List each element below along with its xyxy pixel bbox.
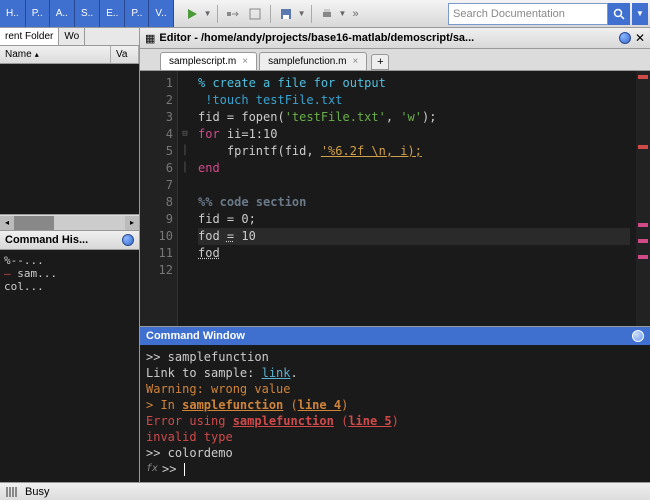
code-line[interactable]: % create a file for output [198, 75, 630, 92]
menu-tab[interactable]: P.. [26, 0, 50, 27]
history-title: Command His... [0, 231, 139, 250]
editor-close-icon[interactable]: ✕ [635, 31, 645, 45]
fx-icon[interactable]: fx [146, 461, 158, 477]
busy-icon [6, 487, 17, 497]
command-line: > In samplefunction (line 4) [146, 397, 644, 413]
file-tab[interactable]: samplefunction.m× [259, 52, 367, 70]
editor-title: Editor - /home/andy/projects/base16-matl… [159, 32, 615, 44]
close-icon[interactable]: × [242, 56, 248, 67]
run-button[interactable] [182, 4, 202, 24]
command-line: Error using samplefunction (line 5) [146, 413, 644, 429]
code-line[interactable] [198, 177, 630, 194]
command-window-title: Command Window [140, 327, 650, 345]
code-line[interactable]: fod [198, 245, 630, 262]
code-line[interactable]: fprintf(fid, '%6.2f \n, i); [198, 143, 630, 160]
command-line: Warning: wrong value [146, 381, 644, 397]
history-item[interactable]: col... [4, 280, 135, 293]
code-line[interactable]: fod = 10 [198, 228, 630, 245]
run-dropdown[interactable]: ▼ [204, 9, 212, 18]
menu-tab[interactable]: A.. [50, 0, 75, 27]
menu-tab[interactable]: V.. [149, 0, 173, 27]
command-line: >> colordemo [146, 445, 644, 461]
menu-tabs: H..P..A..S..E..P..V.. [0, 0, 174, 27]
command-window-body[interactable]: >> samplefunctionLink to sample: link.Wa… [140, 345, 650, 482]
history-item[interactable]: %--... [4, 254, 135, 267]
search-input[interactable] [448, 3, 608, 25]
code-line[interactable]: for ii=1:10 [198, 126, 630, 143]
panel-menu-icon[interactable] [122, 234, 134, 246]
search-dropdown[interactable]: ▼ [632, 3, 648, 25]
col-header-name[interactable]: Name▴ [0, 46, 111, 63]
menu-tab[interactable]: E.. [100, 0, 125, 27]
code-line[interactable]: fid = 0; [198, 211, 630, 228]
command-line: Link to sample: link. [146, 365, 644, 381]
close-icon[interactable]: × [352, 56, 358, 67]
editor-menu-icon[interactable] [619, 32, 631, 44]
command-prompt[interactable]: >> [162, 461, 185, 477]
error-strip[interactable] [636, 71, 650, 326]
line-gutter: 123456789101112 [140, 71, 178, 326]
file-tabs: samplescript.m×samplefunction.m×+ [140, 49, 650, 71]
editor-icon: ▦ [145, 32, 155, 45]
fold-column[interactable]: ⊟││ [178, 71, 192, 326]
folder-listing[interactable] [0, 64, 139, 214]
menu-tab[interactable]: P.. [125, 0, 149, 27]
tab-current-folder[interactable]: rent Folder [0, 28, 59, 45]
history-item[interactable]: — sam... [4, 267, 135, 280]
code-area[interactable]: % create a file for output !touch testFi… [192, 71, 636, 326]
command-line: invalid type [146, 429, 644, 445]
code-line[interactable]: end [198, 160, 630, 177]
code-line[interactable]: %% code section [198, 194, 630, 211]
status-bar: Busy [0, 482, 650, 500]
add-tab-button[interactable]: + [371, 54, 389, 70]
top-toolbar: H..P..A..S..E..P..V.. ▼ ▼ ▼ » ▼ [0, 0, 650, 28]
step-in-button[interactable] [245, 4, 265, 24]
code-line[interactable]: !touch testFile.txt [198, 92, 630, 109]
step-button[interactable] [223, 4, 243, 24]
save-button[interactable] [276, 4, 296, 24]
toolbar-buttons: ▼ ▼ ▼ » [174, 4, 367, 24]
col-header-value[interactable]: Va [111, 46, 139, 63]
command-line: >> samplefunction [146, 349, 644, 365]
code-line[interactable]: fid = fopen('testFile.txt', 'w'); [198, 109, 630, 126]
search-button[interactable] [608, 3, 630, 25]
command-menu-icon[interactable] [632, 330, 644, 342]
file-tab[interactable]: samplescript.m× [160, 52, 257, 70]
status-text: Busy [25, 486, 49, 498]
overflow-icon[interactable]: » [352, 8, 358, 20]
history-body[interactable]: %--...— sam...col... [0, 250, 139, 482]
folder-hscroll[interactable]: ◂ ▸ [0, 214, 139, 230]
code-line[interactable] [198, 262, 630, 279]
menu-tab[interactable]: S.. [75, 0, 100, 27]
tab-workspace[interactable]: Wo [59, 28, 85, 45]
print-button[interactable] [317, 4, 337, 24]
menu-tab[interactable]: H.. [0, 0, 26, 27]
